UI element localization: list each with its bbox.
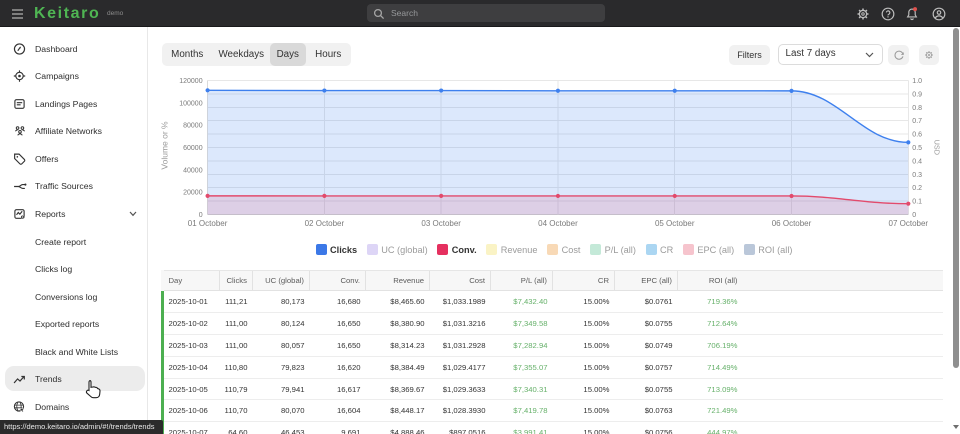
svg-text:0.4: 0.4 bbox=[912, 158, 922, 165]
svg-text:Volume or %: Volume or % bbox=[160, 121, 170, 170]
svg-text:0: 0 bbox=[912, 212, 916, 219]
svg-text:1.0: 1.0 bbox=[912, 78, 922, 85]
svg-text:04 October: 04 October bbox=[538, 219, 578, 228]
svg-text:0.2: 0.2 bbox=[912, 185, 922, 192]
svg-text:06 October: 06 October bbox=[772, 219, 812, 228]
svg-text:20000: 20000 bbox=[183, 190, 203, 197]
svg-text:02 October: 02 October bbox=[305, 219, 345, 228]
svg-text:0.7: 0.7 bbox=[912, 118, 922, 125]
svg-text:100000: 100000 bbox=[179, 100, 202, 107]
svg-text:03 October: 03 October bbox=[421, 219, 461, 228]
svg-text:01 October: 01 October bbox=[188, 219, 228, 228]
svg-text:0: 0 bbox=[199, 212, 203, 219]
svg-text:0.3: 0.3 bbox=[912, 172, 922, 179]
svg-text:40000: 40000 bbox=[183, 167, 203, 174]
svg-text:0.8: 0.8 bbox=[912, 105, 922, 112]
svg-text:07 October: 07 October bbox=[889, 219, 929, 228]
svg-text:0.6: 0.6 bbox=[912, 132, 922, 139]
svg-text:0.5: 0.5 bbox=[912, 145, 922, 152]
svg-text:0.1: 0.1 bbox=[912, 199, 922, 206]
svg-text:80000: 80000 bbox=[183, 123, 203, 130]
svg-text:05 October: 05 October bbox=[655, 219, 695, 228]
svg-text:60000: 60000 bbox=[183, 145, 203, 152]
svg-text:0.9: 0.9 bbox=[912, 91, 922, 98]
svg-text:120000: 120000 bbox=[179, 78, 202, 85]
svg-text:USD: USD bbox=[933, 140, 942, 155]
